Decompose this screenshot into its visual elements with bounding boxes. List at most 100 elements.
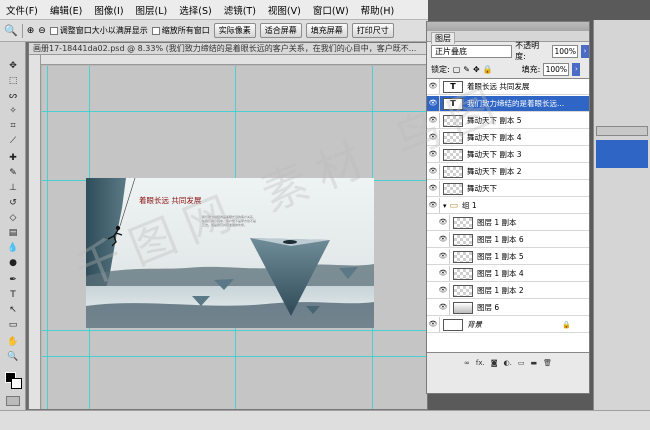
layer-group-row[interactable]: 👁 ▾ ▭ 组 1 xyxy=(427,198,589,214)
zoom-in-icon[interactable]: ⊕ xyxy=(27,26,35,36)
eye-icon[interactable]: 👁 xyxy=(437,300,450,315)
canvas[interactable]: 着眼长远 共同发展 我们致力缔结的是着眼长远的客户关系，在我们的心目中，客户既不… xyxy=(42,66,427,409)
document-title[interactable]: 画册17-18441da02.psd @ 8.33% (我们致力缔结的是着眼长远… xyxy=(29,43,427,55)
eye-icon[interactable]: 👁 xyxy=(437,249,450,264)
layer-row[interactable]: 👁 图层 1 副本 4 xyxy=(427,266,589,282)
eraser-tool-icon[interactable]: ◇ xyxy=(6,212,20,224)
eye-icon[interactable]: 👁 xyxy=(437,215,450,230)
layer-row[interactable]: 👁 T 着眼长远 共同发展 xyxy=(427,79,589,95)
eye-icon[interactable]: 👁 xyxy=(437,283,450,298)
adjustment-layer-icon[interactable]: ◐. xyxy=(504,359,512,367)
eyedropper-icon[interactable]: ⟋ xyxy=(6,135,20,147)
dodge-tool-icon[interactable]: ● xyxy=(6,257,20,269)
new-group-icon[interactable]: ▭ xyxy=(518,359,525,367)
menu-view[interactable]: 视图(V) xyxy=(262,3,307,17)
fill-screen-button[interactable]: 填充屏幕 xyxy=(305,23,348,38)
layer-row[interactable]: 👁 图层 1 副本 6 xyxy=(427,232,589,248)
path-select-icon[interactable]: ↖ xyxy=(6,304,20,316)
guide-line xyxy=(42,356,427,357)
eye-icon[interactable]: 👁 xyxy=(427,96,440,111)
quick-mask-icon[interactable] xyxy=(6,396,20,406)
layer-row[interactable]: 👁 舞动天下 副本 3 xyxy=(427,147,589,163)
new-layer-icon[interactable]: ▬ xyxy=(530,359,537,367)
lasso-tool-icon[interactable]: ᔕ xyxy=(6,90,20,102)
blur-tool-icon[interactable]: 💧 xyxy=(6,242,20,254)
pen-tool-icon[interactable]: ✒ xyxy=(6,274,20,286)
layer-row[interactable]: 👁 图层 1 副本 xyxy=(427,215,589,231)
eye-icon[interactable]: 👁 xyxy=(427,147,440,162)
lock-transparent-icon[interactable]: ▢ xyxy=(453,65,461,74)
eye-icon[interactable]: 👁 xyxy=(427,164,440,179)
magic-wand-icon[interactable]: ✧ xyxy=(6,105,20,117)
marquee-tool-icon[interactable]: ⬚ xyxy=(6,75,20,87)
menu-edit[interactable]: 编辑(E) xyxy=(44,3,88,17)
actual-pixels-button[interactable]: 实际像素 xyxy=(213,23,256,38)
zoom-out-icon[interactable]: ⊖ xyxy=(38,26,46,36)
layer-row[interactable]: 👁 图层 1 副本 2 xyxy=(427,283,589,299)
layer-row[interactable]: 👁 舞动天下 xyxy=(427,181,589,197)
eye-icon[interactable]: 👁 xyxy=(427,113,440,128)
lock-icon: 🔒 xyxy=(562,320,571,329)
layer-name: 图层 1 副本 2 xyxy=(477,286,524,295)
opacity-arrow-icon[interactable]: › xyxy=(581,44,590,58)
layer-thumbnail xyxy=(453,250,473,263)
menu-select[interactable]: 选择(S) xyxy=(173,3,217,17)
menu-file[interactable]: 文件(F) xyxy=(0,3,44,17)
eye-icon[interactable]: 👁 xyxy=(427,181,440,196)
lock-position-icon[interactable]: ✥ xyxy=(473,65,480,74)
fit-screen-button[interactable]: 适合屏幕 xyxy=(259,23,302,38)
gradient-tool-icon[interactable]: ▤ xyxy=(6,227,20,239)
layer-row-background[interactable]: 👁 背景 🔒 xyxy=(427,317,589,333)
menu-filter[interactable]: 滤镜(T) xyxy=(218,3,262,17)
menu-image[interactable]: 图像(I) xyxy=(88,3,129,17)
delete-layer-icon[interactable]: 🗑 xyxy=(543,359,552,367)
zoom-tool-icon[interactable]: 🔍 xyxy=(4,24,18,37)
hand-tool-icon[interactable]: ✋ xyxy=(6,336,20,348)
brush-tool-icon[interactable]: ✎ xyxy=(6,167,20,179)
color-swatch-strip[interactable] xyxy=(596,140,648,168)
fill-arrow-icon[interactable]: › xyxy=(572,62,581,76)
layer-row[interactable]: 👁 舞动天下 副本 2 xyxy=(427,164,589,180)
guide-line xyxy=(42,330,427,331)
layer-list: 👁 T 着眼长远 共同发展 👁 T 我们致力缔结的是着眼长远... 👁 舞动天下 副本 5… xyxy=(427,78,589,353)
crop-tool-icon[interactable]: ⌗ xyxy=(6,120,20,132)
zoom-all-checkbox[interactable]: 缩放所有窗口 xyxy=(151,25,210,36)
healing-brush-icon[interactable]: ✚ xyxy=(6,152,20,164)
panel-header[interactable] xyxy=(427,22,589,31)
layer-row[interactable]: 👁 图层 6 xyxy=(427,300,589,316)
resize-windows-checkbox[interactable]: 调整窗口大小以满屏显示 xyxy=(49,25,148,36)
layer-row[interactable]: 👁 舞动天下 副本 4 xyxy=(427,130,589,146)
eye-icon[interactable]: 👁 xyxy=(427,79,440,94)
layer-row-selected[interactable]: 👁 T 我们致力缔结的是着眼长远... xyxy=(427,96,589,112)
eye-icon[interactable]: 👁 xyxy=(437,266,450,281)
print-size-button[interactable]: 打印尺寸 xyxy=(351,23,394,38)
menu-window[interactable]: 窗口(W) xyxy=(307,3,355,17)
eye-icon[interactable]: 👁 xyxy=(427,198,440,213)
link-layers-icon[interactable]: ∞ xyxy=(464,359,470,367)
fill-input[interactable]: 100% xyxy=(543,62,570,76)
layer-style-icon[interactable]: fx. xyxy=(476,359,485,367)
eye-icon[interactable]: 👁 xyxy=(437,232,450,247)
panel-tab[interactable] xyxy=(596,126,648,136)
menu-layer[interactable]: 图层(L) xyxy=(130,3,174,17)
menu-help[interactable]: 帮助(H) xyxy=(355,3,401,17)
shape-tool-icon[interactable]: ▭ xyxy=(6,319,20,331)
lock-row: 锁定: ▢ ✎ ✥ 🔒 填充: 100% › xyxy=(427,60,589,78)
type-tool-icon[interactable]: T xyxy=(6,289,20,301)
layer-row[interactable]: 👁 图层 1 副本 5 xyxy=(427,249,589,265)
layer-name: 组 1 xyxy=(462,201,477,210)
zoom-tool-icon[interactable]: 🔍 xyxy=(6,351,20,363)
blend-mode-select[interactable]: 正片叠底 xyxy=(431,44,513,58)
lock-pixels-icon[interactable]: ✎ xyxy=(463,65,470,74)
history-brush-icon[interactable]: ↺ xyxy=(6,197,20,209)
background-color-swatch[interactable] xyxy=(11,378,22,389)
stamp-tool-icon[interactable]: ⊥ xyxy=(6,182,20,194)
layer-row[interactable]: 👁 舞动天下 副本 5 xyxy=(427,113,589,129)
expand-arrow-icon[interactable]: ▾ xyxy=(443,202,447,210)
opacity-input[interactable]: 100% xyxy=(552,44,579,58)
eye-icon[interactable]: 👁 xyxy=(427,317,440,332)
eye-icon[interactable]: 👁 xyxy=(427,130,440,145)
move-tool-icon[interactable]: ✥ xyxy=(6,60,20,72)
layer-mask-icon[interactable]: ◙ xyxy=(491,359,498,367)
lock-all-icon[interactable]: 🔒 xyxy=(483,65,493,74)
